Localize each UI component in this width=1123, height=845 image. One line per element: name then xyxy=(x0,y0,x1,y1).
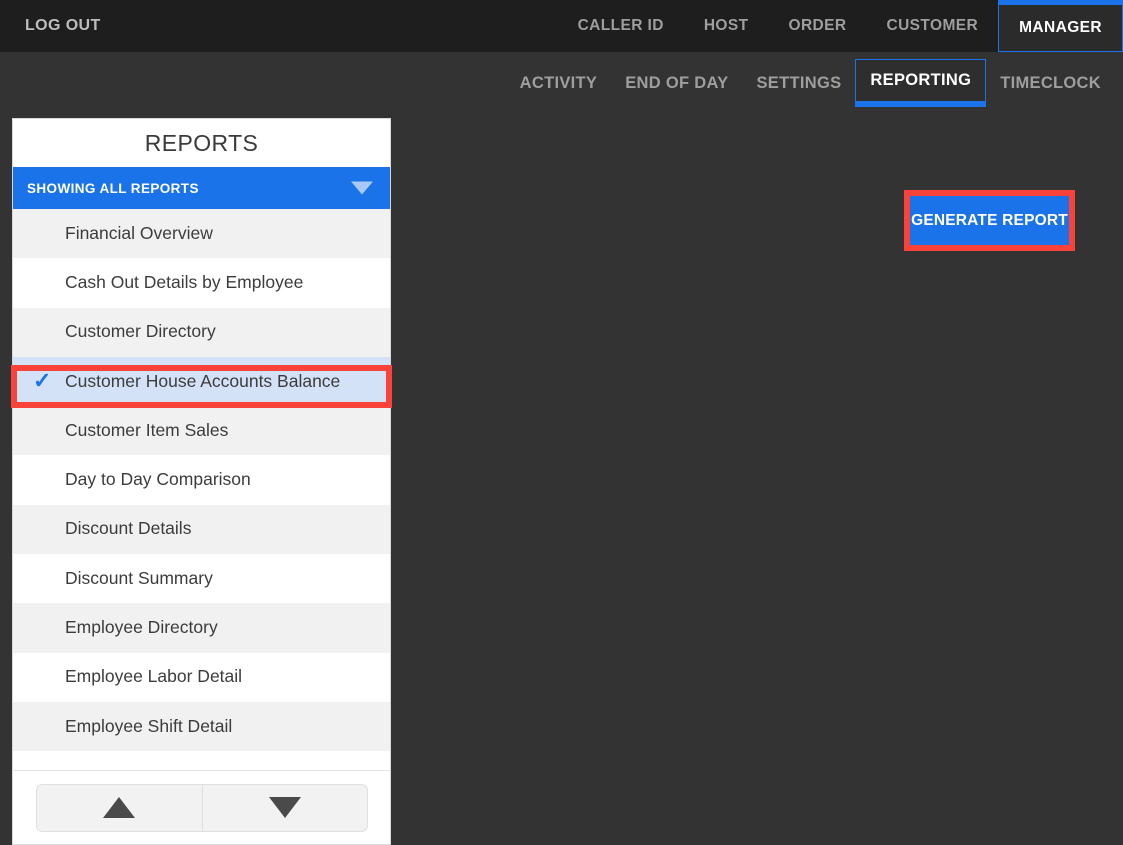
chevron-down-icon xyxy=(351,182,373,195)
reports-filter-label: SHOWING ALL REPORTS xyxy=(27,181,199,196)
primary-tab-manager[interactable]: MANAGER xyxy=(998,0,1123,52)
scroll-up-button[interactable] xyxy=(36,784,202,832)
primary-tab-host[interactable]: HOST xyxy=(684,0,769,52)
list-item-label: Financial Overview xyxy=(65,223,213,244)
list-item[interactable]: Discount Details xyxy=(13,505,390,554)
primary-tab-customer[interactable]: CUSTOMER xyxy=(866,0,998,52)
list-item[interactable]: Customer Directory xyxy=(13,308,390,357)
list-item[interactable]: Employee Directory xyxy=(13,603,390,652)
list-item-label: Cash Out Details by Employee xyxy=(65,272,303,293)
secondary-tab-reporting[interactable]: REPORTING xyxy=(855,59,986,107)
secondary-tab-timeclock[interactable]: TIMECLOCK xyxy=(986,59,1115,107)
list-item[interactable]: Financial Overview xyxy=(13,209,390,258)
log-out-button[interactable]: LOG OUT xyxy=(25,17,101,35)
list-item[interactable]: Employee Labor Detail xyxy=(13,653,390,702)
primary-tab-caller-id[interactable]: CALLER ID xyxy=(558,0,684,52)
page-title: REPORTS xyxy=(13,119,390,167)
list-item-label: Employee Labor Detail xyxy=(65,666,242,687)
list-item-label: Employee Directory xyxy=(65,617,218,638)
secondary-tab-settings[interactable]: SETTINGS xyxy=(743,59,856,107)
list-item[interactable]: Employee Shift Detail xyxy=(13,702,390,751)
primary-tab-order[interactable]: ORDER xyxy=(769,0,867,52)
list-item-label: Discount Details xyxy=(65,518,191,539)
list-item-label: Discount Summary xyxy=(65,568,213,589)
secondary-tab-activity[interactable]: ACTIVITY xyxy=(506,59,612,107)
triangle-up-icon xyxy=(103,797,135,818)
list-item-label: Employee Shift Detail xyxy=(65,716,232,737)
list-item[interactable]: Customer Item Sales xyxy=(13,406,390,455)
reports-scroll-controls xyxy=(13,770,390,844)
list-item-label: Customer Directory xyxy=(65,321,216,342)
list-item[interactable]: Discount Summary xyxy=(13,554,390,603)
list-item[interactable]: Cash Out Details by Employee xyxy=(13,258,390,307)
secondary-tab-end-of-day[interactable]: END OF DAY xyxy=(611,59,742,107)
scroll-down-button[interactable] xyxy=(202,784,368,832)
primary-navbar: LOG OUT CALLER IDHOSTORDERCUSTOMERMANAGE… xyxy=(0,0,1123,52)
secondary-navbar: ACTIVITYEND OF DAYSETTINGSREPORTINGTIMEC… xyxy=(0,52,1123,114)
list-item-label: Day to Day Comparison xyxy=(65,469,251,490)
list-item-label: Customer House Accounts Balance xyxy=(65,371,340,392)
list-item[interactable]: ✓ Customer House Accounts Balance xyxy=(13,357,390,406)
list-item[interactable]: Day to Day Comparison xyxy=(13,455,390,504)
list-item-label: Customer Item Sales xyxy=(65,420,228,441)
reports-filter-dropdown[interactable]: SHOWING ALL REPORTS xyxy=(13,167,390,209)
scroll-button-group xyxy=(36,784,368,832)
triangle-down-icon xyxy=(269,797,301,818)
reports-list[interactable]: Financial Overview Cash Out Details by Em… xyxy=(13,209,390,770)
secondary-tab-list: ACTIVITYEND OF DAYSETTINGSREPORTINGTIMEC… xyxy=(506,52,1115,114)
generate-report-button[interactable]: GENERATE REPORT xyxy=(910,196,1069,245)
primary-tab-list: CALLER IDHOSTORDERCUSTOMERMANAGER xyxy=(558,0,1123,52)
generate-report-annotation: GENERATE REPORT xyxy=(904,190,1075,251)
reports-panel: REPORTS SHOWING ALL REPORTS Financial Ov… xyxy=(12,118,391,845)
check-icon: ✓ xyxy=(33,370,51,392)
